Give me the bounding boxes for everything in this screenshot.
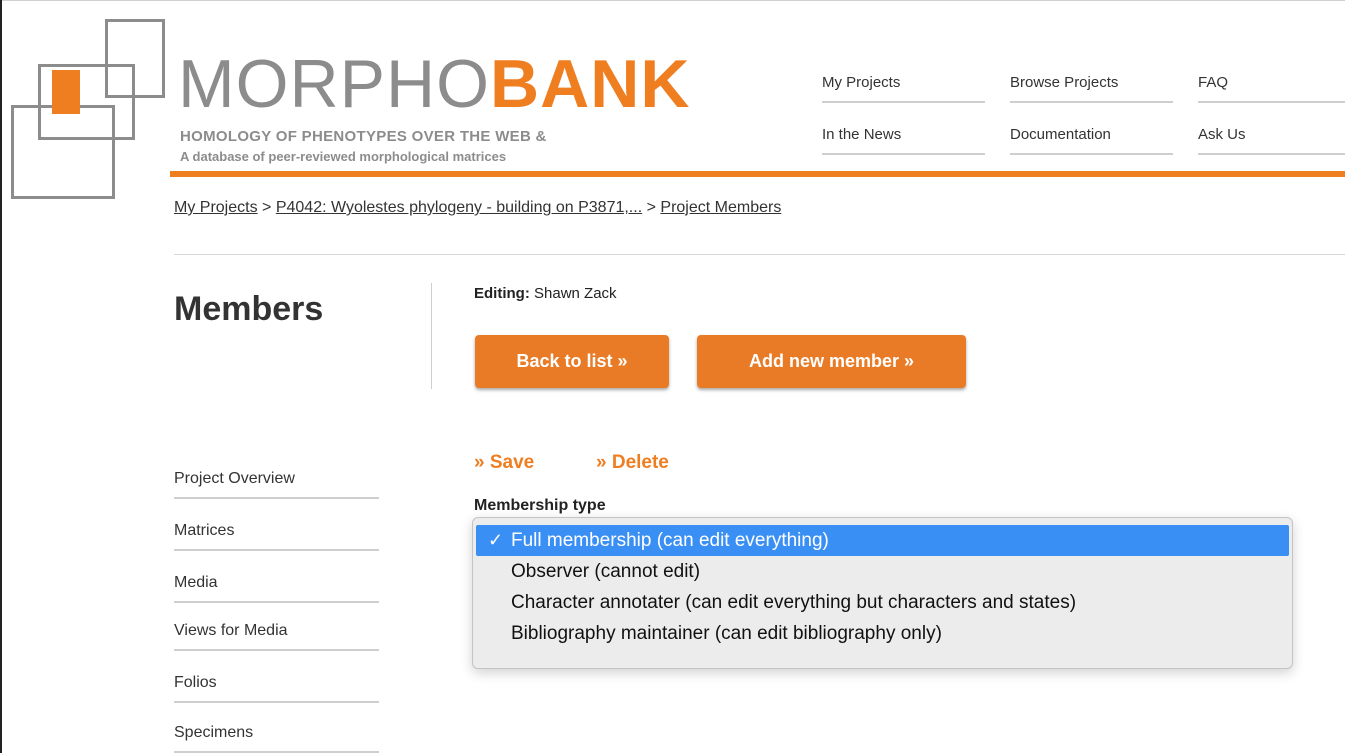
page-title: Members <box>174 290 324 328</box>
breadcrumb-separator: > <box>646 199 656 216</box>
option-label: Bibliography maintainer (can edit biblio… <box>511 623 942 644</box>
nav-in-the-news[interactable]: In the News <box>822 126 985 155</box>
nav-ask-us[interactable]: Ask Us <box>1198 126 1345 155</box>
breadcrumb-project-members[interactable]: Project Members <box>660 199 781 216</box>
delete-link[interactable]: » Delete <box>596 452 669 474</box>
window-top-border <box>0 0 1345 1</box>
nav-browse-projects[interactable]: Browse Projects <box>1010 74 1173 103</box>
brand-tagline: HOMOLOGY OF PHENOTYPES OVER THE WEB & <box>180 128 547 145</box>
editing-member-name: Shawn Zack <box>534 285 617 302</box>
brand-subtagline: A database of peer-reviewed morphologica… <box>180 149 507 164</box>
membership-option-character-annotater[interactable]: Character annotater (can edit everything… <box>473 587 1292 618</box>
nav-documentation[interactable]: Documentation <box>1010 126 1173 155</box>
nav-faq[interactable]: FAQ <box>1198 74 1345 103</box>
brand-wordmark[interactable]: MORPHOBANK <box>178 50 690 118</box>
editing-info: Editing: Shawn Zack <box>474 285 617 302</box>
breadcrumb-project[interactable]: P4042: Wyolestes phylogeny - building on… <box>276 199 642 216</box>
nav-my-projects[interactable]: My Projects <box>822 74 985 103</box>
add-new-member-button[interactable]: Add new member » <box>697 335 966 388</box>
window-left-border <box>0 0 2 753</box>
sidebar-item-folios[interactable]: Folios <box>174 674 379 703</box>
breadcrumb-my-projects[interactable]: My Projects <box>174 199 258 216</box>
back-to-list-button[interactable]: Back to list » <box>475 335 669 388</box>
morphobank-logo-icon[interactable] <box>6 14 166 199</box>
sidebar-item-media[interactable]: Media <box>174 574 379 603</box>
brand-name-morpho: MORPHO <box>178 46 490 122</box>
content-divider <box>174 254 1345 255</box>
breadcrumb: My Projects > P4042: Wyolestes phylogeny… <box>174 199 781 217</box>
sidebar-item-matrices[interactable]: Matrices <box>174 522 379 551</box>
save-link[interactable]: » Save <box>474 452 534 474</box>
logo-square-bottom <box>11 105 115 199</box>
membership-option-observer[interactable]: Observer (cannot edit) <box>473 556 1292 587</box>
logo-orange-block <box>52 70 80 114</box>
membership-type-dropdown[interactable]: ✓ Full membership (can edit everything) O… <box>472 517 1293 669</box>
brand-name-bank: BANK <box>490 46 691 122</box>
option-label: Observer (cannot edit) <box>511 561 701 582</box>
membership-type-label: Membership type <box>474 497 606 514</box>
checkmark-icon: ✓ <box>488 530 504 550</box>
sidebar-item-specimens[interactable]: Specimens <box>174 724 379 753</box>
sidebar-item-project-overview[interactable]: Project Overview <box>174 470 379 499</box>
option-label: Character annotater (can edit everything… <box>511 592 1077 613</box>
sidebar-item-views-for-media[interactable]: Views for Media <box>174 622 379 651</box>
membership-option-full[interactable]: ✓ Full membership (can edit everything) <box>476 525 1289 556</box>
title-separator <box>431 283 432 389</box>
breadcrumb-separator: > <box>262 199 272 216</box>
header-divider <box>170 171 1345 177</box>
editing-label: Editing: <box>474 285 530 302</box>
membership-option-bibliography-maintainer[interactable]: Bibliography maintainer (can edit biblio… <box>473 618 1292 649</box>
option-label: Full membership (can edit everything) <box>511 530 829 551</box>
